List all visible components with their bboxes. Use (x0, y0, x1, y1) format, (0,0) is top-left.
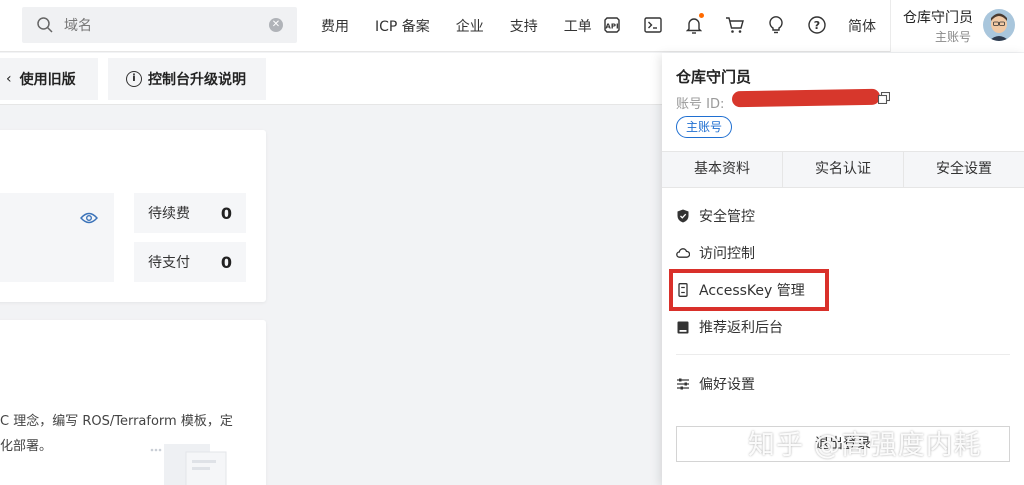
api-icon[interactable]: API (601, 14, 623, 36)
stat-value: 0 (220, 252, 232, 272)
book-icon (676, 320, 690, 334)
menu-item-preferences[interactable]: 偏好设置 (676, 372, 755, 396)
svg-text:?: ? (814, 19, 820, 32)
help-icon[interactable]: ? (806, 14, 828, 36)
stat-label: 待续费 (148, 206, 190, 222)
use-old-version-button[interactable]: ‹ 使用旧版 (0, 58, 98, 100)
account-id-label: 账号 ID: (676, 97, 725, 112)
user-name: 仓库守门员 (903, 10, 973, 26)
nav-link-support[interactable]: 支持 (497, 16, 551, 36)
user-dropdown-panel: 仓库守门员 账号 ID: 主账号 基本资料 实名认证 安全设置 安全管控 访问控… (662, 53, 1024, 485)
info-icon: i (126, 71, 142, 87)
clear-icon[interactable]: ✕ (269, 18, 283, 32)
stat-value: 0 (220, 203, 232, 223)
nav-link-ticket[interactable]: 工单 (551, 16, 605, 36)
profile-tabs: 基本资料 实名认证 安全设置 (662, 151, 1024, 188)
user-role: 主账号 (935, 30, 972, 44)
nav-links: 费用 ICP 备案 企业 支持 工单 (308, 0, 605, 52)
highlight-box (669, 269, 829, 311)
bell-icon[interactable] (683, 13, 705, 36)
cart-icon[interactable] (724, 14, 746, 36)
menu-divider (676, 354, 1010, 355)
top-navbar: 域名 ✕ 费用 ICP 备案 企业 支持 工单 API ? 简体 仓库守门员 主… (0, 0, 1024, 52)
svg-text:API: API (605, 23, 618, 31)
card-description-line1: C 理念，编写 ROS/Terraform 模板，定 (0, 414, 233, 429)
menu-item-referral[interactable]: 推荐返利后台 (676, 315, 783, 339)
card-description-line2: 化部署。 (0, 439, 53, 454)
nav-link-billing[interactable]: 费用 (308, 16, 362, 36)
tab-security-settings[interactable]: 安全设置 (904, 152, 1024, 187)
nav-link-enterprise[interactable]: 企业 (443, 16, 497, 36)
redaction-mark (731, 88, 881, 108)
watermark: 知乎 @高强度内耗 (748, 430, 982, 461)
pending-renewal-stat[interactable]: 待续费 0 (134, 193, 246, 233)
shield-icon (676, 209, 690, 223)
iac-card: C 理念，编写 ROS/Terraform 模板，定 化部署。 (0, 320, 266, 485)
chevron-left-icon: ‹ (6, 71, 12, 87)
old-version-label: 使用旧版 (19, 72, 76, 88)
menu-item-security-control[interactable]: 安全管控 (676, 204, 755, 228)
dropdown-user-name: 仓库守门员 (676, 68, 752, 86)
menu-item-label: 偏好设置 (699, 377, 755, 393)
search-box[interactable]: 域名 ✕ (22, 7, 297, 43)
notification-dot (699, 13, 704, 18)
menu-item-access-control[interactable]: 访问控制 (676, 241, 755, 265)
cloud-icon (676, 246, 690, 260)
language-switch[interactable]: 简体 (848, 16, 876, 36)
search-icon (37, 17, 53, 33)
menu-item-label: 访问控制 (699, 246, 755, 262)
pending-payment-stat[interactable]: 待支付 0 (134, 242, 246, 282)
user-menu-trigger[interactable]: 仓库守门员 主账号 (890, 0, 1024, 52)
balance-box (0, 193, 114, 282)
document-illustration (150, 444, 227, 485)
tab-basic-info[interactable]: 基本资料 (662, 152, 783, 187)
overview-card: 待续费 0 待支付 0 (0, 130, 266, 302)
menu-item-label: 安全管控 (699, 209, 755, 225)
lightbulb-icon[interactable] (765, 14, 787, 36)
nav-link-icp[interactable]: ICP 备案 (362, 16, 443, 36)
copy-icon[interactable] (878, 92, 890, 104)
terminal-icon[interactable] (642, 14, 664, 36)
search-input[interactable]: 域名 (64, 15, 269, 35)
upgrade-notes-label: 控制台升级说明 (148, 72, 246, 88)
stat-label: 待支付 (148, 255, 190, 271)
tab-identity-verification[interactable]: 实名认证 (783, 152, 904, 187)
upgrade-notes-button[interactable]: i 控制台升级说明 (108, 58, 266, 100)
avatar[interactable] (983, 9, 1015, 41)
sliders-icon (676, 377, 690, 391)
account-type-badge: 主账号 (676, 116, 733, 138)
menu-item-label: 推荐返利后台 (699, 320, 783, 336)
eye-icon[interactable] (80, 212, 98, 224)
